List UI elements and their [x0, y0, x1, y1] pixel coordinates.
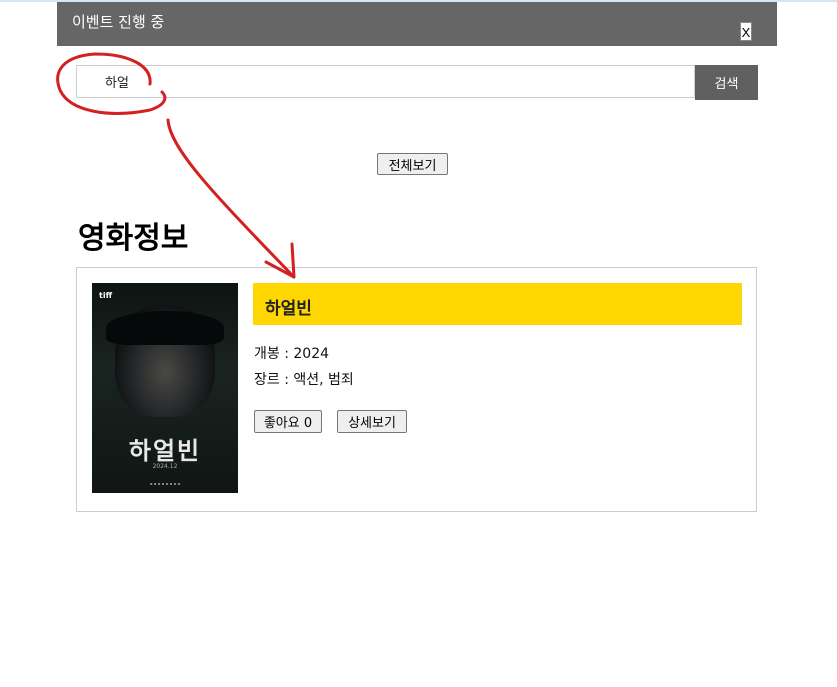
section-title: 영화정보: [78, 221, 189, 256]
poster-credits: ▪ ▪ ▪ ▪ ▪ ▪ ▪ ▪: [149, 481, 181, 486]
genre-value: 액션, 범죄: [293, 372, 354, 388]
like-count: 0: [303, 416, 313, 431]
genre-label: 장르: [254, 372, 280, 388]
movie-release: 개봉 : 2024: [254, 346, 330, 362]
poster-hat: [106, 311, 224, 345]
poster-title: 하얼빈: [128, 437, 202, 465]
movie-title: 하얼빈: [265, 299, 312, 319]
movie-genre: 장르 : 액션, 범죄: [254, 372, 354, 388]
movie-card: tiff 하얼빈 2024.12 ▪ ▪ ▪ ▪ ▪ ▪ ▪ ▪ 하얼빈 개봉 …: [76, 267, 757, 512]
search-button[interactable]: 검색: [695, 65, 758, 100]
release-label: 개봉: [254, 346, 280, 362]
search-input[interactable]: [76, 65, 695, 98]
movie-title-bar: 하얼빈: [253, 283, 742, 325]
movie-poster[interactable]: tiff 하얼빈 2024.12 ▪ ▪ ▪ ▪ ▪ ▪ ▪ ▪: [92, 283, 238, 493]
view-all-button[interactable]: 전체보기: [377, 153, 448, 175]
event-banner-title: 이벤트 진행 중: [72, 13, 165, 31]
poster-date: 2024.12: [152, 463, 178, 470]
release-value: 2024: [293, 346, 330, 362]
poster-badge: tiff: [99, 291, 113, 300]
like-label: 좋아요: [263, 416, 300, 431]
detail-button[interactable]: 상세보기: [337, 410, 407, 433]
event-banner: 이벤트 진행 중 X: [57, 2, 777, 46]
like-button[interactable]: 좋아요 0: [254, 410, 322, 433]
event-close-button[interactable]: X: [740, 22, 752, 41]
